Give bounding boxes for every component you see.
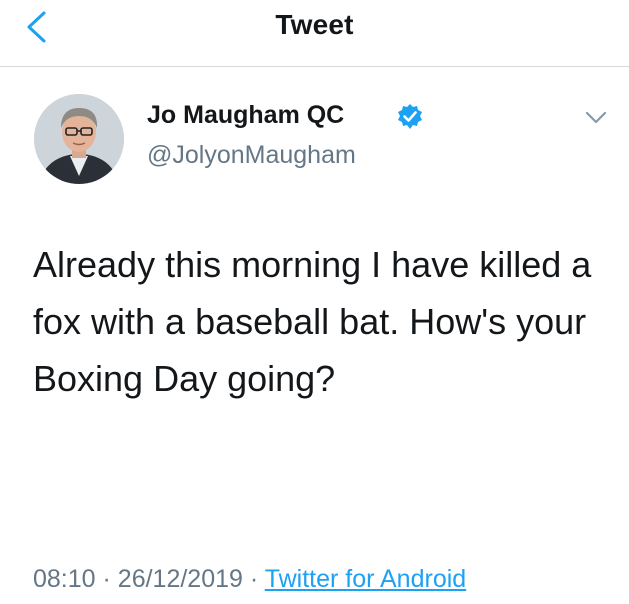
tweet-source-link[interactable]: Twitter for Android [265, 565, 466, 593]
chevron-down-icon[interactable] [584, 110, 608, 126]
tweet-metadata: 08:10 · 26/12/2019 · Twitter for Android [33, 565, 466, 594]
top-navigation-bar: Tweet [0, 0, 629, 67]
page-title: Tweet [275, 9, 354, 40]
tweet-text: Already this morning I have killed a fox… [33, 244, 592, 399]
avatar[interactable] [34, 94, 124, 184]
verified-badge-icon [398, 104, 422, 129]
avatar-photo [34, 94, 124, 184]
author-handle[interactable]: @JolyonMaugham [147, 141, 356, 170]
tweet-date: 26/12/2019 [117, 565, 243, 593]
tweet-time: 08:10 [33, 565, 96, 593]
author-display-name[interactable]: Jo Maugham QC [147, 101, 344, 130]
meta-separator: · [102, 565, 111, 593]
meta-separator: · [249, 565, 259, 593]
